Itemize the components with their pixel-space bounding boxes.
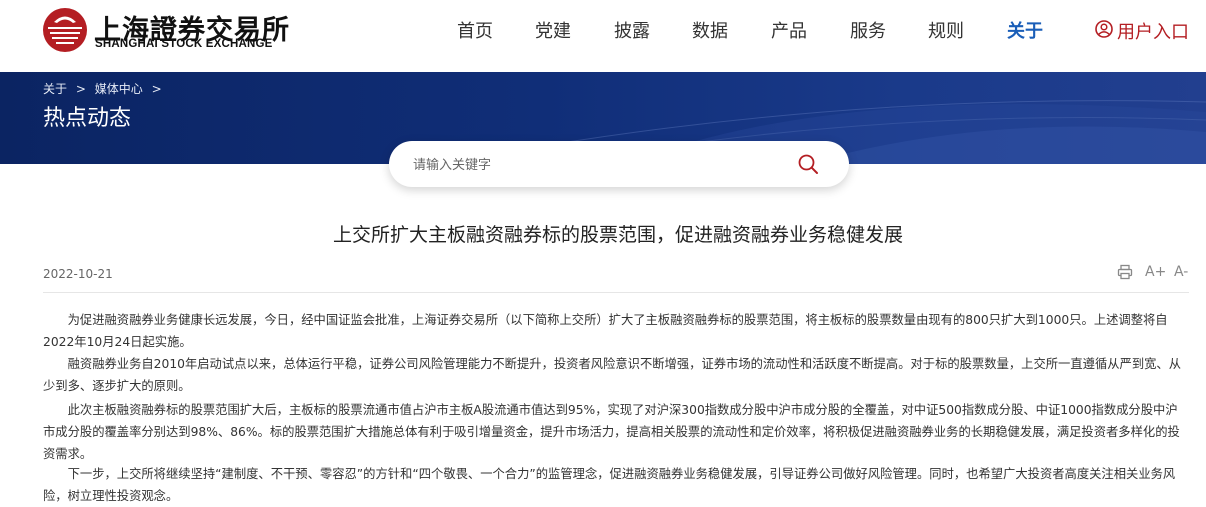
nav-home[interactable]: 首页 — [457, 17, 493, 43]
nav-about[interactable]: 关于 — [1007, 17, 1043, 43]
login-label: 用户入口 — [1117, 22, 1189, 43]
font-decrease-button[interactable]: A- — [1174, 264, 1188, 280]
breadcrumb-media-center[interactable]: 媒体中心 — [95, 82, 143, 96]
sse-logo[interactable]: 上海證券交易所 SHANGHAI STOCK EXCHANGE — [42, 7, 289, 55]
top-header: 上海證券交易所 SHANGHAI STOCK EXCHANGE 首页 党建 披露… — [0, 0, 1206, 72]
article-title: 上交所扩大主板融资融券标的股票范围，促进融资融券业务稳健发展 — [332, 224, 903, 246]
printer-icon[interactable] — [1117, 264, 1133, 280]
breadcrumb-about[interactable]: 关于 — [43, 82, 67, 96]
article-paragraph-4: 下一步，上交所将继续坚持“建制度、不干预、零容忍”的方针和“四个敬畏、一个合力”… — [43, 467, 1176, 503]
breadcrumb-chevron-icon: > — [151, 82, 162, 96]
article-paragraph-3: 此次主板融资融券标的股票范围扩大后，主板标的股票流通市值占沪市主板A股流通市值达… — [43, 403, 1180, 461]
search-icon[interactable] — [797, 153, 819, 175]
breadcrumb: 关于 > 媒体中心 > — [43, 80, 167, 97]
font-increase-button[interactable]: A+ — [1145, 264, 1166, 280]
sse-logo-icon — [43, 8, 87, 52]
search-box — [389, 141, 849, 187]
nav-disclosure[interactable]: 披露 — [614, 17, 650, 43]
nav-rules[interactable]: 规则 — [928, 17, 964, 43]
nav-services[interactable]: 服务 — [850, 17, 886, 43]
search-input[interactable] — [411, 152, 775, 178]
nav-party[interactable]: 党建 — [535, 17, 571, 43]
article-paragraph-1: 为促进融资融券业务健康长远发展，今日，经中国证监会批准，上海证券交易所（以下简称… — [43, 313, 1168, 349]
nav-data[interactable]: 数据 — [692, 17, 728, 43]
breadcrumb-chevron-icon: > — [75, 82, 86, 96]
divider — [43, 292, 1189, 293]
article-date: 2022-10-21 — [43, 267, 113, 281]
nav-products[interactable]: 产品 — [771, 17, 807, 43]
article-paragraph-2: 融资融券业务自2010年启动试点以来，总体运行平稳，证券公司风险管理能力不断提升… — [43, 357, 1182, 393]
logo-english-name: SHANGHAI STOCK EXCHANGE — [95, 38, 273, 50]
user-icon — [1095, 20, 1113, 38]
page-title: 热点动态 — [43, 106, 132, 131]
